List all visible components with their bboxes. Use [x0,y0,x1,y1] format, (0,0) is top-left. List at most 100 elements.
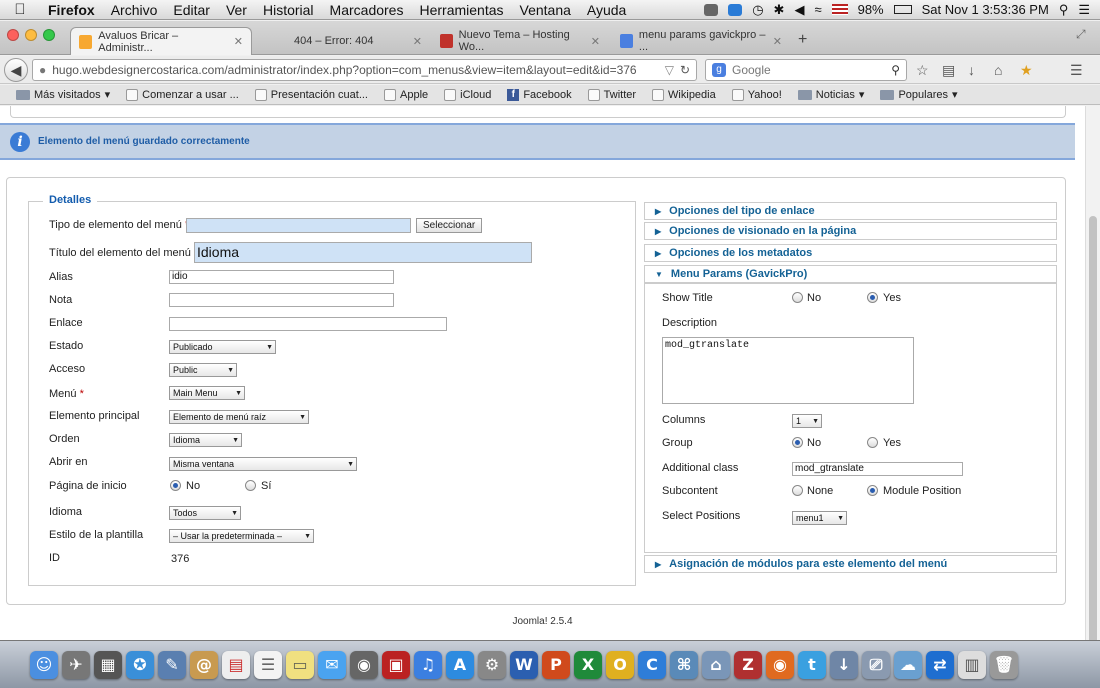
fullscreen-icon[interactable]: ⤢ [1076,27,1086,42]
powerpoint-icon[interactable]: P [542,650,570,679]
zoom-window-button[interactable] [43,29,55,41]
stickies-icon[interactable]: ▭ [286,650,314,679]
extension-icon[interactable]: ★ [1020,62,1033,79]
estilo-select[interactable]: – Usar la predeterminada – ▼ [169,529,314,543]
facetime-icon[interactable]: ◉ [350,650,378,679]
lync-icon[interactable]: C [638,650,666,679]
bookmark-icloud[interactable]: iCloud [436,88,499,101]
panel-gavickpro[interactable]: ▼ Menu Params (GavickPro) [644,265,1057,283]
bookmark-presentacion[interactable]: Presentación cuat... [247,88,376,101]
filezilla-icon[interactable]: Z [734,650,762,679]
positions-select[interactable]: menu1 ▼ [792,511,847,525]
panel-tipo-enlace[interactable]: ▶ Opciones del tipo de enlace [644,202,1057,220]
close-tab-icon[interactable]: ✕ [773,35,782,48]
cloud-icon[interactable]: ☁ [894,650,922,679]
dropbox-icon[interactable] [728,3,743,16]
photobooth-icon[interactable]: ▣ [382,650,410,679]
trash-icon[interactable]: 🗑 [990,650,1018,679]
alias-input[interactable]: idio [169,270,394,284]
volume-icon[interactable]: ◀ [794,2,804,18]
new-tab-button[interactable]: + [798,31,807,49]
abrir-select[interactable]: Misma ventana ▼ [169,457,357,471]
dropdown-arrow-icon[interactable]: ▽ [665,63,674,77]
bookmark-mas-visitados[interactable]: Más visitados ▾ [8,88,118,101]
notification-icon[interactable]: ☰ [1078,2,1090,18]
search-bar[interactable]: g Google ⚲ [705,59,907,81]
idioma-select[interactable]: Todos ▼ [169,506,241,520]
messages-icon[interactable]: ✉ [318,650,346,679]
home-icon[interactable]: ⌂ [994,62,1002,78]
show-title-no-radio[interactable] [792,292,803,303]
nota-input[interactable] [169,293,394,307]
bookmarks-menu-icon[interactable]: ▤ [942,62,955,79]
menu-select[interactable]: Main Menu ▼ [169,386,245,400]
menu-marcadores[interactable]: Marcadores [322,2,412,18]
description-textarea[interactable]: mod_gtranslate [662,337,914,404]
inicio-no-radio[interactable] [170,480,181,491]
close-tab-icon[interactable]: ✕ [234,35,243,48]
url-bar[interactable]: ● hugo.webdesignercostarica.com/administ… [32,59,697,81]
timemachine-icon[interactable]: ◷ [752,2,763,18]
menu-ver[interactable]: Ver [218,2,255,18]
menu-historial[interactable]: Historial [255,2,322,18]
downloads-icon[interactable]: ↓ [830,650,858,679]
orden-select[interactable]: Idioma ▼ [169,433,242,447]
bookmark-star-icon[interactable]: ☆ [916,62,929,79]
utilities-icon[interactable]: ⌘ [670,650,698,679]
finder-icon[interactable]: ☺ [30,650,58,679]
additional-class-input[interactable]: mod_gtranslate [792,462,963,476]
apple-icon[interactable]:  [0,1,40,18]
tipo-input[interactable] [186,218,411,233]
tab-avaluos[interactable]: Avaluos Bricar – Administr... ✕ [70,27,252,55]
principal-select[interactable]: Elemento de menú raíz ▼ [169,410,309,424]
twitter-icon[interactable]: t [798,650,826,679]
preview-icon[interactable]: ✎ [158,650,186,679]
excel-icon[interactable]: X [574,650,602,679]
contacts-icon[interactable]: @ [190,650,218,679]
launchpad-icon[interactable]: ✈ [62,650,90,679]
scrollbar-thumb[interactable] [1089,216,1097,688]
word-icon[interactable]: W [510,650,538,679]
download-icon[interactable]: ↓ [968,62,975,78]
subcontent-module-radio[interactable] [867,485,878,496]
panel-metadatos[interactable]: ▶ Opciones de los metadatos [644,244,1057,262]
battery-percent[interactable]: 98% [858,2,884,17]
spotlight-icon[interactable]: ⚲ [1059,2,1069,18]
outlook-icon[interactable]: O [606,650,634,679]
seleccionar-button[interactable]: Seleccionar [416,218,483,233]
documents-stack-icon[interactable]: ▥ [958,650,986,679]
teamviewer-icon[interactable]: ⇄ [926,650,954,679]
close-window-button[interactable] [7,29,19,41]
menu-ayuda[interactable]: Ayuda [579,2,634,18]
wifi-icon[interactable]: ≈ [814,2,821,17]
calendar-icon[interactable]: ▤ [222,650,250,679]
app-store-icon[interactable]: A [446,650,474,679]
bookmark-comenzar[interactable]: Comenzar a usar ... [118,88,247,101]
menu-editar[interactable]: Editar [165,2,218,18]
acceso-select[interactable]: Public ▼ [169,363,237,377]
safari-icon[interactable]: ✪ [126,650,154,679]
menu-archivo[interactable]: Archivo [103,2,166,18]
show-title-yes-radio[interactable] [867,292,878,303]
bluetooth-icon[interactable]: ✱ [774,2,785,18]
firefox-icon[interactable]: ◉ [766,650,794,679]
search-icon[interactable]: ⚲ [891,63,900,77]
menu-herramientas[interactable]: Herramientas [411,2,511,18]
bookmark-yahoo[interactable]: Yahoo! [724,88,790,101]
network-icon[interactable]: ⎚ [862,650,890,679]
tab-nuevo-tema[interactable]: Nuevo Tema – Hosting Wo... ✕ [432,27,608,55]
mission-control-icon[interactable]: ▦ [94,650,122,679]
system-preferences-icon[interactable]: ⚙ [478,650,506,679]
bookmark-noticias[interactable]: Noticias ▾ [790,88,873,101]
titulo-input[interactable]: Idioma [194,242,532,263]
close-tab-icon[interactable]: ✕ [591,35,600,48]
tab-404[interactable]: 404 – Error: 404 ✕ [262,27,430,55]
status-icon[interactable] [704,3,719,16]
flag-icon[interactable] [831,4,848,15]
inicio-si-radio[interactable] [245,480,256,491]
bookmark-apple[interactable]: Apple [376,88,436,101]
itunes-icon[interactable]: ♫ [414,650,442,679]
minimize-window-button[interactable] [25,29,37,41]
menu-app-firefox[interactable]: Firefox [40,2,103,18]
bookmark-populares[interactable]: Populares ▾ [872,88,965,101]
